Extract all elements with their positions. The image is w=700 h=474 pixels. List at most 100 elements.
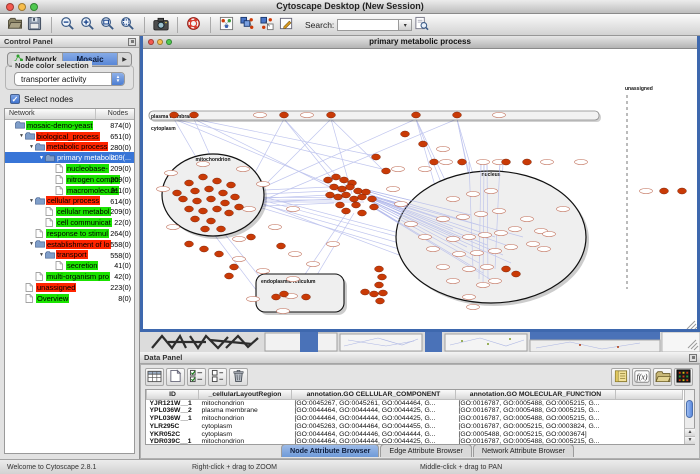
graph-node[interactable] [352,202,361,208]
graph-node[interactable] [199,208,208,214]
graph-node[interactable] [191,188,200,194]
select-attributes-button[interactable] [187,368,206,386]
network-graph[interactable]: plasma membranecytoplasmmitochondrionnuc… [143,49,697,329]
graph-node[interactable] [332,174,341,180]
tree-row[interactable]: ▼metabolic process280(0) [5,142,134,153]
scroll-down-arrow[interactable]: ▼ [685,436,695,444]
graph-node[interactable] [361,289,370,295]
tab-node-attribute-browser[interactable]: Node Attribute Browser [281,444,379,457]
graph-node[interactable] [225,273,234,279]
graph-node[interactable] [412,112,421,118]
expand-arrow-icon[interactable]: ▼ [28,241,35,247]
graph-node[interactable] [430,159,439,165]
graph-node[interactable] [199,174,208,180]
save-session-button[interactable] [25,16,44,34]
layout-network-button[interactable] [257,16,276,34]
annotation-button[interactable] [277,16,296,34]
scroll-up-arrow[interactable]: ▲ [685,428,695,436]
graph-node[interactable] [512,271,521,277]
graph-node[interactable] [362,189,371,195]
graph-node[interactable] [375,266,384,272]
unselect-attributes-button[interactable] [208,368,227,386]
graph-node[interactable] [215,251,224,257]
expand-arrow-icon[interactable]: ▼ [28,198,35,204]
table-column-header[interactable]: ID [147,390,199,399]
graph-node[interactable] [225,210,234,216]
formula-button[interactable]: f(x) [632,368,651,386]
node-color-dropdown[interactable]: transporter activity ▲▼ [14,72,125,86]
network-canvas[interactable]: plasma membranecytoplasmmitochondrionnuc… [143,49,697,329]
table-row[interactable]: YPL036W__2plasma membrane[GO:0044464, GO… [147,407,683,415]
graph-node[interactable] [419,141,428,147]
tree-row[interactable]: ▼cellular process614(0) [5,196,134,207]
table-column-header[interactable]: annotation.GO CELLULAR_COMPONENT [292,390,456,399]
graph-node[interactable] [378,274,387,280]
graph-node[interactable] [280,112,289,118]
tree-row[interactable]: Overview8(0) [5,293,134,304]
graph-node[interactable] [334,194,343,200]
graph-node[interactable] [342,192,351,198]
search-dropdown-arrow[interactable]: ▾ [399,19,412,31]
graph-node[interactable] [327,112,336,118]
tree-row[interactable]: response to stimul264(0) [5,228,134,239]
tree-row[interactable]: cell communicat22(0) [5,217,134,228]
graph-node[interactable] [207,196,216,202]
graph-node[interactable] [185,241,194,247]
graph-node[interactable] [336,202,345,208]
graph-node[interactable] [280,291,289,297]
graph-node[interactable] [324,177,333,183]
tree-row[interactable]: ▼establishment of lo558(0) [5,239,134,250]
table-scrollbar[interactable]: ▲ ▼ [684,390,694,444]
tree-row[interactable]: ▼transport558(0) [5,250,134,261]
zoom-selected-button[interactable] [98,16,117,34]
graph-node[interactable] [354,188,363,194]
region-plasma-membrane[interactable] [149,111,599,120]
tree-row[interactable]: nitrogen compo209(0) [5,174,134,185]
graph-node[interactable] [502,266,511,272]
help-button[interactable] [184,16,203,34]
resize-grip-icon[interactable] [687,321,697,329]
graph-node[interactable] [342,208,351,214]
table-row[interactable]: YPL036W__1mitochondrion[GO:0044464, GO:0… [147,415,683,423]
tree-row[interactable]: macromolecule311(0) [5,185,134,196]
graph-node[interactable] [213,206,222,212]
graph-node[interactable] [185,206,194,212]
matrix-button[interactable] [674,368,693,386]
layout-nodes-button[interactable] [237,16,256,34]
graph-node[interactable] [200,246,209,252]
graph-node[interactable] [201,226,210,232]
expand-arrow-icon[interactable]: ▼ [38,155,45,161]
select-nodes-checkbox[interactable]: ✓ [10,94,20,104]
tree-row[interactable]: unassigned223(0) [5,282,134,293]
delete-attribute-button[interactable] [229,368,248,386]
graph-node[interactable] [207,218,216,224]
notes-button[interactable] [611,368,630,386]
zoom-out-button[interactable] [58,16,77,34]
graph-node[interactable] [235,204,244,210]
graph-node[interactable] [302,294,311,300]
graph-node[interactable] [660,188,669,194]
graph-node[interactable] [190,112,199,118]
snapshot-button[interactable] [151,16,170,34]
graph-node[interactable] [346,184,355,190]
float-data-panel-icon[interactable] [689,354,697,362]
graph-node[interactable] [523,159,532,165]
graph-node[interactable] [272,294,281,300]
scrollbar-thumb[interactable] [686,400,693,418]
graph-node[interactable] [340,177,349,183]
graph-node[interactable] [277,243,286,249]
show-table-button[interactable] [145,368,164,386]
tree-row[interactable]: cellular metabol209(0) [5,206,134,217]
expand-arrow-icon[interactable]: ▼ [18,133,25,139]
open-file-button[interactable] [5,16,24,34]
graph-node[interactable] [678,188,687,194]
graph-node[interactable] [326,192,335,198]
tree-row[interactable]: ▼primary metabolic209(... [5,152,134,163]
graph-node[interactable] [502,159,511,165]
create-attribute-button[interactable] [166,368,185,386]
tree-row[interactable]: multi-organism pro42(0) [5,271,134,282]
tab-edge-attribute-browser[interactable]: Edge Attribute Browser [380,444,472,457]
advanced-search-button[interactable] [412,16,431,34]
table-column-header[interactable]: annotation.GO MOLECULAR_FUNCTION [456,390,616,399]
search-input[interactable] [337,19,399,31]
